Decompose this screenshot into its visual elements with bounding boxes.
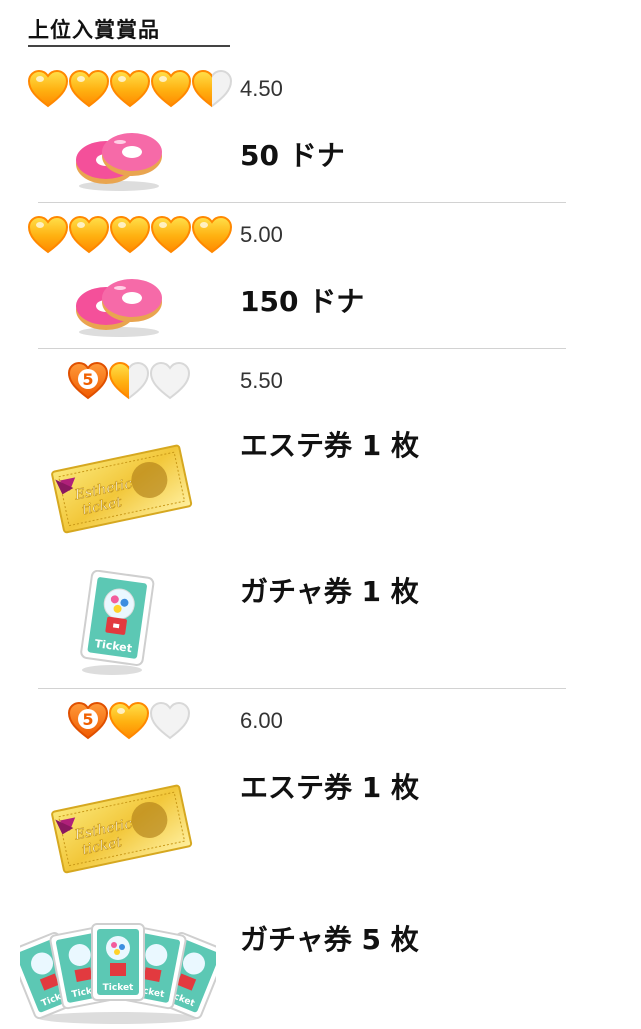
donut-icon (72, 272, 166, 342)
heart-half-icon (109, 362, 149, 399)
heart-full-icon (110, 70, 150, 107)
heart-rating: 5 (68, 702, 193, 740)
section-title: 上位入賞賞品 (28, 18, 160, 42)
prize-label: 150 ドナ (240, 285, 365, 318)
heart-full-icon (192, 216, 232, 253)
tier-divider (38, 688, 566, 689)
heart-rating (28, 70, 233, 108)
score-value: 4.50 (240, 76, 283, 101)
prize-label: ガチャ券 1 枚 (240, 575, 419, 608)
donut-icon (72, 126, 166, 196)
heart-empty-icon (150, 362, 190, 399)
gacha-ticket-text: Ticket (103, 983, 134, 993)
heart-half-icon (192, 70, 232, 107)
title-underline (28, 45, 230, 47)
score-value: 5.00 (240, 222, 283, 247)
prize-label: エステ券 1 枚 (240, 429, 419, 462)
heart-empty-icon (150, 702, 190, 739)
heart-full-icon (69, 70, 109, 107)
heart-full-icon (151, 216, 191, 253)
prize-label: ガチャ券 5 枚 (240, 923, 419, 956)
heart-full-icon (110, 216, 150, 253)
esthetic-ticket-icon: Esthetic ticket (48, 774, 194, 882)
heart-full-icon (28, 70, 68, 107)
score-value: 6.00 (240, 708, 283, 733)
heart-rating: 5 (68, 362, 193, 400)
score-value: 5.50 (240, 368, 283, 393)
heart-full-icon (151, 70, 191, 107)
tier-divider (38, 348, 566, 349)
tier-divider (38, 202, 566, 203)
prize-label: エステ券 1 枚 (240, 771, 419, 804)
gacha-tickets-fan-icon: Ticket Ticket Ticket Ticket Ticket (9, 918, 227, 1029)
prize-label: 50 ドナ (240, 139, 345, 172)
heart-five-badge-icon: 5 (68, 362, 108, 399)
heart-five-badge-icon: 5 (68, 702, 108, 739)
five-badge-text: 5 (82, 710, 93, 729)
heart-full-icon (109, 702, 149, 739)
heart-full-icon (69, 216, 109, 253)
gacha-ticket-icon: Ticket (72, 569, 164, 680)
heart-full-icon (28, 216, 68, 253)
esthetic-ticket-icon: Esthetic ticket (48, 434, 194, 542)
heart-rating (28, 216, 233, 254)
five-badge-text: 5 (82, 370, 93, 389)
